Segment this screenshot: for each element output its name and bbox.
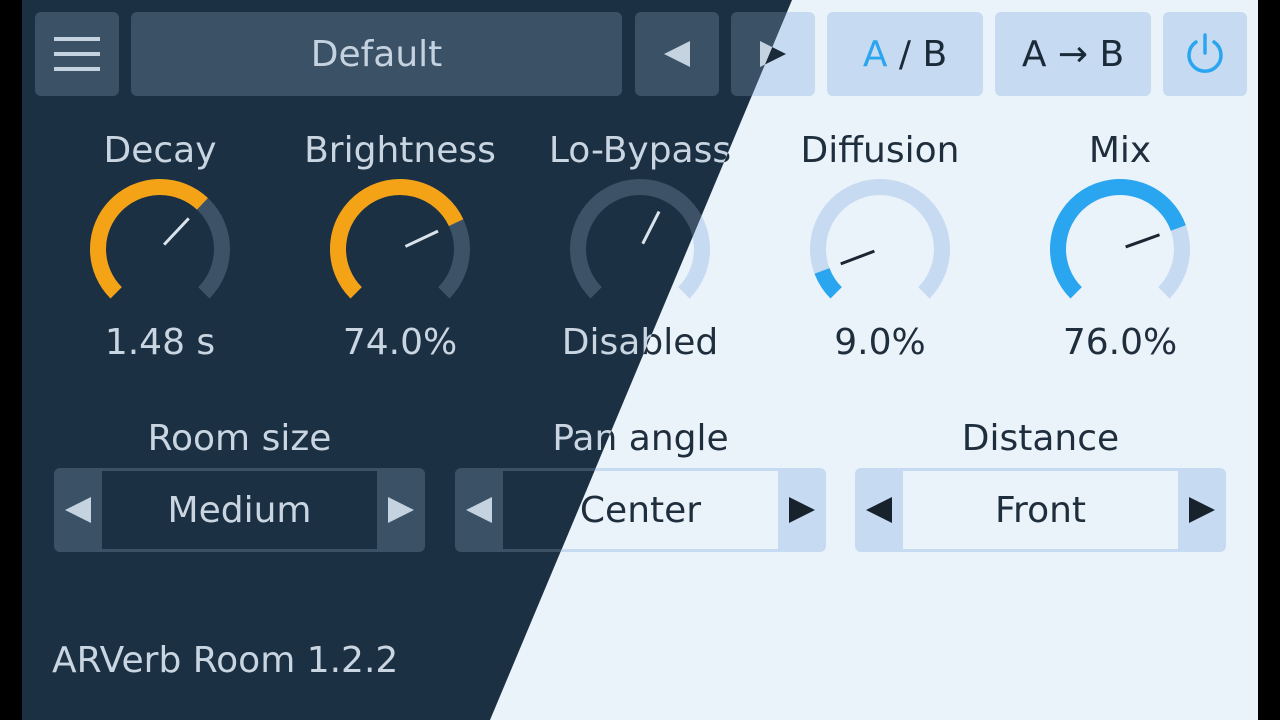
- previous-preset-button[interactable]: [635, 12, 719, 96]
- pan-angle-previous-button[interactable]: [455, 468, 503, 552]
- preset-name-display[interactable]: Default: [131, 12, 622, 96]
- room-size-previous-button[interactable]: [54, 468, 102, 552]
- menu-button[interactable]: [35, 12, 119, 96]
- triangle-left-icon: [65, 497, 91, 523]
- brightness-knob-fill: [330, 179, 464, 299]
- preset-name-label: Default: [310, 33, 443, 75]
- power-button[interactable]: [1163, 12, 1247, 96]
- room-size-next-button[interactable]: [377, 468, 425, 552]
- power-icon: [1187, 33, 1223, 73]
- mix-knob-fill: [1050, 179, 1186, 299]
- mix-knob[interactable]: [1045, 174, 1195, 324]
- diffusion-value: 9.0%: [834, 322, 926, 363]
- triangle-left-icon: [866, 497, 892, 523]
- ab-toggle-button[interactable]: A / B: [827, 12, 983, 96]
- pan-angle-next-button[interactable]: [778, 468, 826, 552]
- brightness-knob-indicator: [404, 229, 439, 248]
- room-size-selector: Medium: [54, 468, 425, 552]
- copy-a-to-b-button[interactable]: A → B: [995, 12, 1151, 96]
- decay-label: Decay: [103, 130, 217, 171]
- decay-knob-fill: [90, 179, 208, 299]
- brightness-knob[interactable]: [325, 174, 475, 324]
- room-size-label: Room size: [147, 418, 332, 459]
- diffusion-knob-fill: [814, 267, 843, 299]
- triangle-left-icon: [466, 497, 492, 523]
- decay-value: 1.48 s: [104, 322, 216, 363]
- distance-value[interactable]: Front: [903, 471, 1178, 549]
- triangle-right-icon: [1189, 497, 1215, 523]
- decay-knob-indicator: [163, 217, 190, 246]
- triangle-right-icon: [789, 497, 815, 523]
- diffusion-knob-indicator: [840, 249, 875, 266]
- mix-label: Mix: [1088, 130, 1152, 171]
- hamburger-menu-icon: [54, 37, 100, 71]
- distance-label: Distance: [961, 418, 1120, 459]
- brightness-value: 74.0%: [342, 322, 458, 363]
- mix-value: 76.0%: [1062, 322, 1178, 363]
- distance-previous-button[interactable]: [855, 468, 903, 552]
- brightness-label: Brightness: [304, 130, 496, 171]
- plugin-panel: Default A / B A → B Decay 1.48 s Brightness 7…: [22, 0, 1258, 720]
- diffusion-label: Diffusion: [800, 130, 960, 171]
- copy-a-to-b-label: A → B: [1021, 33, 1125, 75]
- room-size-value[interactable]: Medium: [102, 471, 377, 549]
- version-label: ARVerb Room 1.2.2: [52, 640, 399, 681]
- distance-next-button[interactable]: [1178, 468, 1226, 552]
- lo-bypass-knob-indicator: [641, 210, 661, 245]
- triangle-left-icon: [664, 41, 690, 67]
- decay-knob[interactable]: [85, 174, 235, 324]
- ab-label-b: / B: [887, 33, 948, 75]
- diffusion-knob[interactable]: [805, 174, 955, 324]
- mix-knob-indicator: [1125, 233, 1161, 249]
- distance-selector: Front: [855, 468, 1226, 552]
- triangle-right-icon: [388, 497, 414, 523]
- diffusion-knob-track: [810, 179, 950, 299]
- ab-label-a: A: [862, 33, 888, 75]
